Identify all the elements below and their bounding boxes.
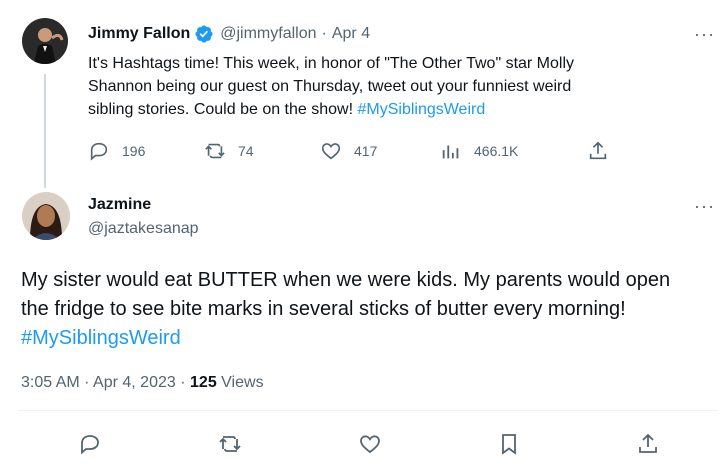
bookmark-button[interactable]: [497, 432, 521, 456]
hashtag-link[interactable]: #MySiblingsWeird: [357, 101, 485, 118]
like-button[interactable]: [358, 432, 382, 456]
author-handle[interactable]: @jimmyfallon: [220, 25, 316, 43]
retweet-icon: [219, 436, 241, 452]
separator-dot: ·: [180, 374, 186, 391]
views-icon: [442, 145, 459, 159]
more-icon[interactable]: ···: [694, 196, 715, 217]
views-count: 466.1K: [474, 143, 519, 159]
tweet-text: sibling stories. Could be on the show!: [88, 101, 358, 118]
hashtag-link[interactable]: #MySiblingsWeird: [21, 324, 670, 353]
share-icon: [589, 141, 607, 160]
reply-icon: [81, 435, 99, 455]
verified-badge-icon: [194, 24, 214, 44]
like-count: 417: [354, 143, 378, 159]
tweet-text-line: the fridge to see bite marks in several …: [21, 298, 626, 320]
tweet-time[interactable]: 3:05 AM: [21, 374, 80, 391]
tweet-text-line: My sister would eat BUTTER when we were …: [21, 269, 671, 291]
retweet-button[interactable]: 74: [204, 140, 254, 162]
views-count: 125: [190, 374, 217, 391]
tweet-text-line: It's Hashtags time! This week, in honor …: [88, 55, 575, 72]
tweet-body: My sister would eat BUTTER when we were …: [21, 266, 670, 353]
share-button[interactable]: [587, 140, 609, 162]
retweet-icon: [205, 143, 225, 159]
divider: [18, 410, 718, 411]
views-button[interactable]: 466.1K: [440, 140, 518, 162]
share-icon: [639, 433, 657, 453]
jimmy-fallon-avatar[interactable]: [22, 18, 68, 64]
more-icon[interactable]: ···: [694, 24, 715, 45]
retweet-count: 74: [238, 143, 254, 159]
tweet-text-line: Shannon being our guest on Thursday, twe…: [88, 78, 572, 95]
tweet-body: It's Hashtags time! This week, in honor …: [88, 52, 574, 121]
author-handle[interactable]: @jaztakesanap: [88, 220, 199, 238]
author-name[interactable]: Jimmy Fallon: [88, 25, 190, 43]
reply-icon: [90, 142, 108, 161]
like-icon: [321, 143, 341, 160]
like-icon: [360, 435, 380, 454]
share-button[interactable]: [636, 432, 660, 456]
thread-connector-line: [44, 74, 46, 188]
retweet-button[interactable]: [218, 432, 242, 456]
author-name[interactable]: Jazmine: [88, 196, 199, 214]
views-label: Views: [221, 374, 264, 391]
reply-button[interactable]: 196: [88, 140, 145, 162]
tweet-text-line: sibling stories. Could be on the show! #…: [88, 98, 574, 121]
tweet-date[interactable]: Apr 4, 2023: [93, 374, 176, 391]
separator-dot: ·: [84, 374, 90, 391]
reply-button[interactable]: [78, 432, 102, 456]
separator-dot: ·: [321, 25, 327, 42]
tweet-metadata: 3:05 AM · Apr 4, 2023 · 125 Views: [21, 374, 264, 392]
jazmine-avatar[interactable]: [22, 192, 70, 240]
reply-count: 196: [122, 143, 146, 159]
tweet-date[interactable]: Apr 4: [332, 25, 370, 43]
like-button[interactable]: 417: [320, 140, 377, 162]
bookmark-icon: [502, 434, 516, 455]
